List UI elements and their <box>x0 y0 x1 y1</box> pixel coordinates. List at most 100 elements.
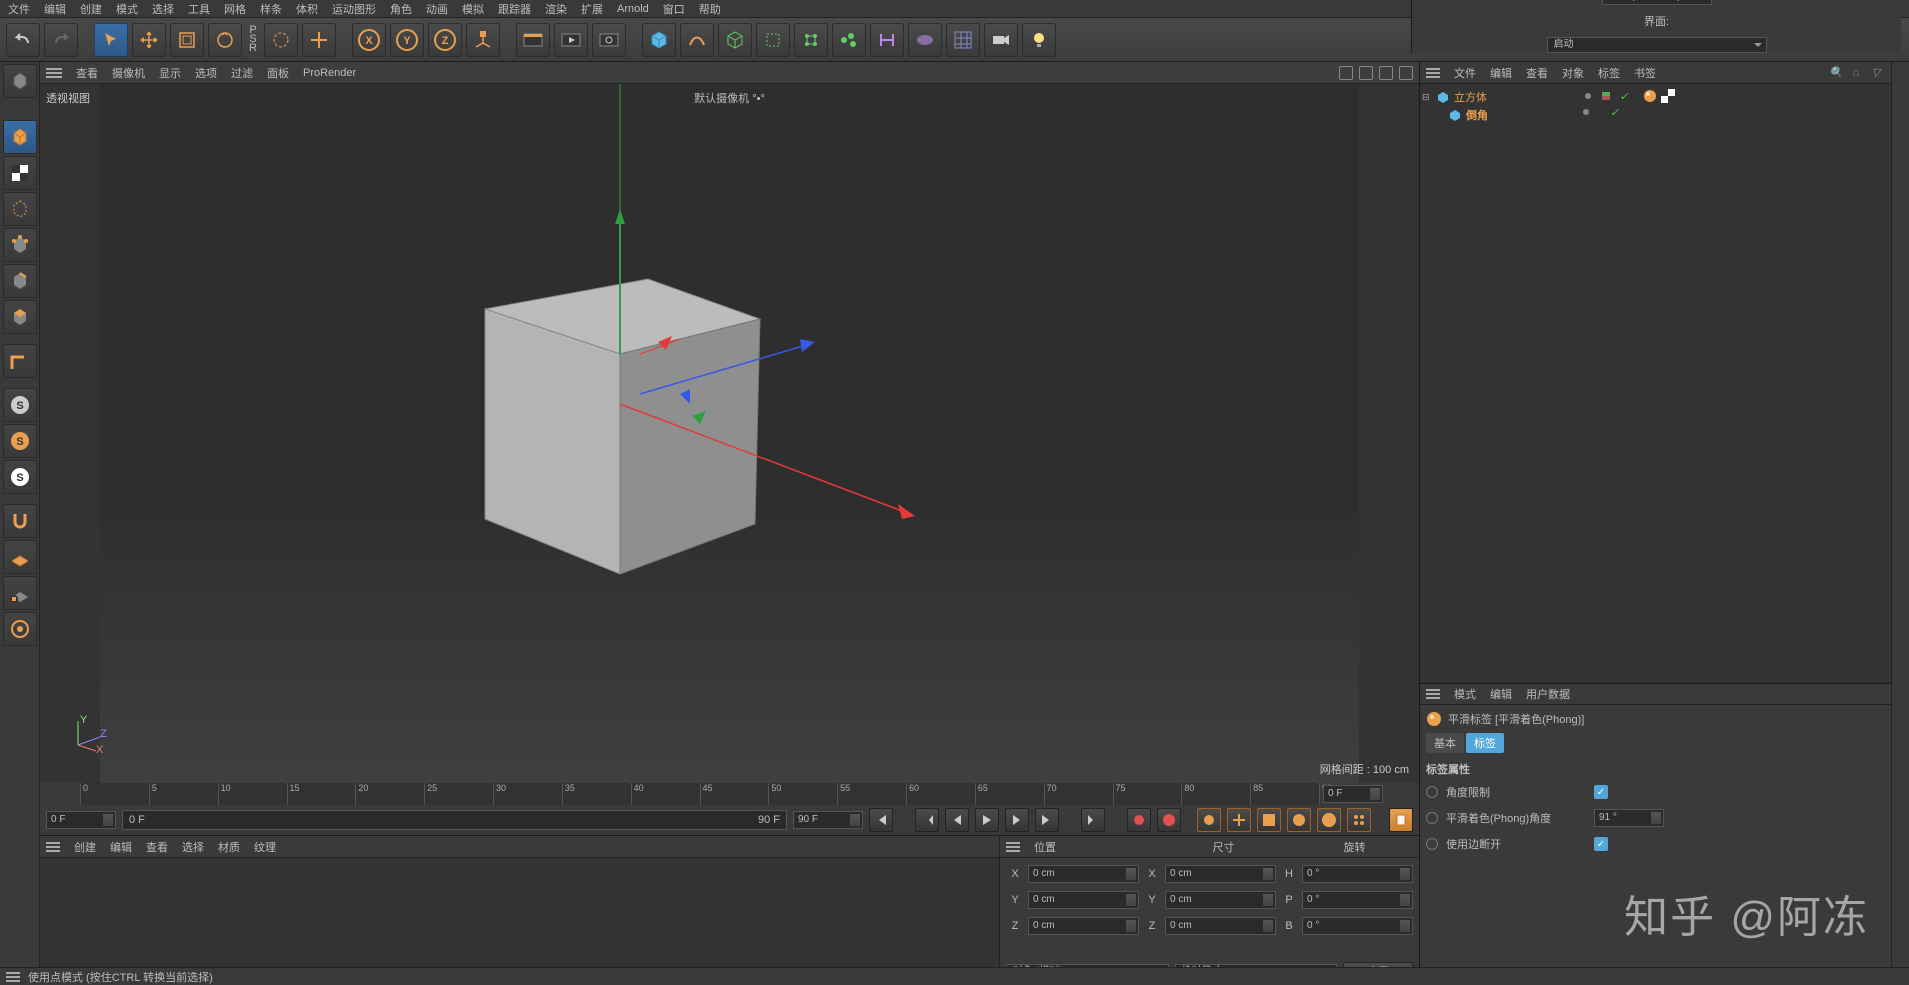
menu-item[interactable]: 跟踪器 <box>498 1 531 17</box>
search-icon[interactable]: 🔍 <box>1829 66 1843 80</box>
place-tool[interactable] <box>302 23 336 57</box>
prev-frame-button[interactable] <box>945 808 969 832</box>
vp-menu[interactable]: 选项 <box>195 65 217 81</box>
viewport[interactable]: 透视视图 默认摄像机 °•° <box>40 84 1419 783</box>
move-tool[interactable] <box>132 23 166 57</box>
menu-item[interactable]: 扩展 <box>581 1 603 17</box>
mograph-button[interactable] <box>794 23 828 57</box>
menu-item[interactable]: 编辑 <box>44 1 66 17</box>
vp-nav-icon[interactable] <box>1339 66 1353 80</box>
axis-mode-button[interactable] <box>3 344 37 378</box>
camera-button[interactable] <box>946 23 980 57</box>
snap-button[interactable] <box>3 504 37 538</box>
coord-field[interactable]: 0 cm <box>1165 865 1276 883</box>
next-frame-button[interactable] <box>1005 808 1029 832</box>
layer-dot-icon[interactable] <box>1580 88 1596 104</box>
rotate-tool[interactable] <box>208 23 242 57</box>
coord-system-button[interactable] <box>466 23 500 57</box>
viewport-solo-sel-button[interactable]: S <box>3 424 37 458</box>
camera-obj-button[interactable] <box>984 23 1018 57</box>
check-icon[interactable]: ✓ <box>1616 88 1632 104</box>
vp-menu[interactable]: 摄像机 <box>112 65 145 81</box>
volume-button[interactable] <box>756 23 790 57</box>
quantize-button[interactable] <box>3 612 37 646</box>
check-icon[interactable]: ✓ <box>1610 106 1619 121</box>
tab-tag[interactable]: 标签 <box>1466 733 1504 753</box>
vp-nav-icon[interactable] <box>1399 66 1413 80</box>
menu-item[interactable]: 窗口 <box>663 1 685 17</box>
mat-menu[interactable]: 查看 <box>146 839 168 855</box>
vp-menu[interactable]: 过滤 <box>231 65 253 81</box>
menu-item[interactable]: 渲染 <box>545 1 567 17</box>
mat-menu[interactable]: 创建 <box>74 839 96 855</box>
obj-menu[interactable]: 查看 <box>1526 65 1548 81</box>
coord-field[interactable]: 0 cm <box>1165 891 1276 909</box>
redo-button[interactable] <box>44 23 78 57</box>
timeline-ruler[interactable]: 051015202530354045505560657075808590 <box>80 783 1319 805</box>
prev-key-button[interactable] <box>915 808 939 832</box>
menu-item[interactable]: 动画 <box>426 1 448 17</box>
layout-dropdown[interactable]: 启动 <box>1547 37 1767 53</box>
timeline[interactable]: 051015202530354045505560657075808590 0 F <box>40 783 1419 805</box>
key-scale-button[interactable] <box>1257 808 1281 832</box>
menu-item[interactable]: 体积 <box>296 1 318 17</box>
polygon-mode-button[interactable] <box>3 300 37 334</box>
spline-button[interactable] <box>680 23 714 57</box>
obj-menu[interactable]: 编辑 <box>1490 65 1512 81</box>
texture-mode-button[interactable] <box>3 156 37 190</box>
y-axis-button[interactable]: Y <box>390 23 424 57</box>
point-mode-button[interactable] <box>3 228 37 262</box>
menu-item[interactable]: 创建 <box>80 1 102 17</box>
vp-menu[interactable]: 面板 <box>267 65 289 81</box>
layer-dot-icon[interactable] <box>1580 106 1592 121</box>
attr-menu[interactable]: 用户数据 <box>1526 686 1570 702</box>
autokey-button[interactable] <box>1157 808 1181 832</box>
coord-field[interactable]: 0 ° <box>1302 891 1413 909</box>
nodespace-dropdown[interactable]: 当前 (标准/物理) <box>1602 0 1712 5</box>
mat-menu[interactable]: 材质 <box>218 839 240 855</box>
mat-menu[interactable]: 选择 <box>182 839 204 855</box>
field-button[interactable] <box>832 23 866 57</box>
key-parameter-button[interactable]: P <box>1317 808 1341 832</box>
obj-menu[interactable]: 文件 <box>1454 65 1476 81</box>
end-frame-field[interactable]: 90 F <box>793 811 863 829</box>
coord-field[interactable]: 0 cm <box>1028 891 1139 909</box>
menu-item[interactable]: 运动图形 <box>332 1 376 17</box>
material-list[interactable] <box>40 858 999 985</box>
select-tool[interactable] <box>94 23 128 57</box>
coord-field[interactable]: 0 cm <box>1165 917 1276 935</box>
vp-menu[interactable]: ProRender <box>303 67 356 79</box>
goto-start-button[interactable] <box>869 808 893 832</box>
checker-tag-icon[interactable] <box>1660 88 1676 104</box>
record-button[interactable] <box>1127 808 1151 832</box>
menu-item[interactable]: 工具 <box>188 1 210 17</box>
vp-nav-icon[interactable] <box>1359 66 1373 80</box>
phong-angle-field[interactable]: 91 ° <box>1594 809 1664 827</box>
model-mode-button[interactable] <box>3 120 37 154</box>
make-editable-button[interactable] <box>3 64 37 98</box>
phong-tag-icon[interactable] <box>1642 88 1658 104</box>
obj-menu[interactable]: 标签 <box>1598 65 1620 81</box>
start-frame-field[interactable]: 0 F <box>46 811 116 829</box>
menu-item[interactable]: 模式 <box>116 1 138 17</box>
generator-button[interactable] <box>718 23 752 57</box>
scale-tool[interactable] <box>170 23 204 57</box>
menu-item[interactable]: 网格 <box>224 1 246 17</box>
attr-menu[interactable]: 模式 <box>1454 686 1476 702</box>
coord-field[interactable]: 0 cm <box>1028 865 1139 883</box>
timeline-end-field[interactable]: 0 F <box>1323 785 1383 803</box>
vp-menu[interactable]: 显示 <box>159 65 181 81</box>
menu-item[interactable]: 帮助 <box>699 1 721 17</box>
tree-item-bevel[interactable]: 倒角 <box>1422 106 1907 124</box>
radio-icon[interactable] <box>1426 812 1438 824</box>
coord-field[interactable]: 0 ° <box>1302 865 1413 883</box>
locked-workplane-button[interactable] <box>3 576 37 610</box>
radio-icon[interactable] <box>1426 838 1438 850</box>
x-axis-button[interactable]: X <box>352 23 386 57</box>
viewport-solo-off-button[interactable]: S <box>3 460 37 494</box>
filter-icon[interactable]: ▽ <box>1869 66 1883 80</box>
menu-item[interactable]: 样条 <box>260 1 282 17</box>
undo-button[interactable] <box>6 23 40 57</box>
render-settings-button[interactable] <box>592 23 626 57</box>
z-axis-button[interactable]: Z <box>428 23 462 57</box>
